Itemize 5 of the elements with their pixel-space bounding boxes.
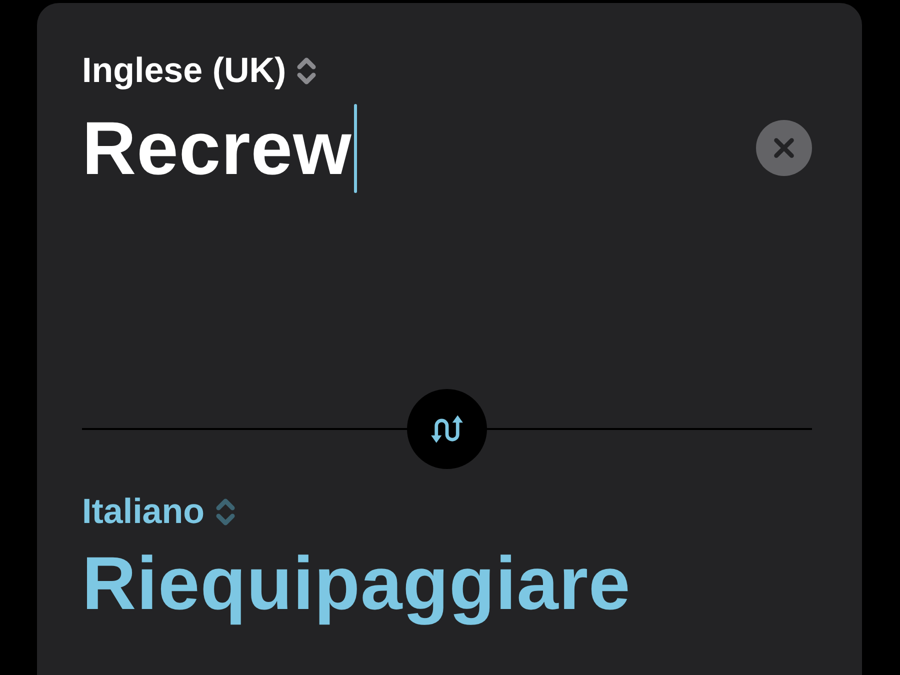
target-language-selector[interactable]: Italiano [82,494,238,529]
close-icon [773,137,795,159]
text-input[interactable]: Recrew [82,103,357,193]
swap-arrows-icon [430,414,464,444]
source-language-selector[interactable]: Inglese (UK) [82,53,320,88]
